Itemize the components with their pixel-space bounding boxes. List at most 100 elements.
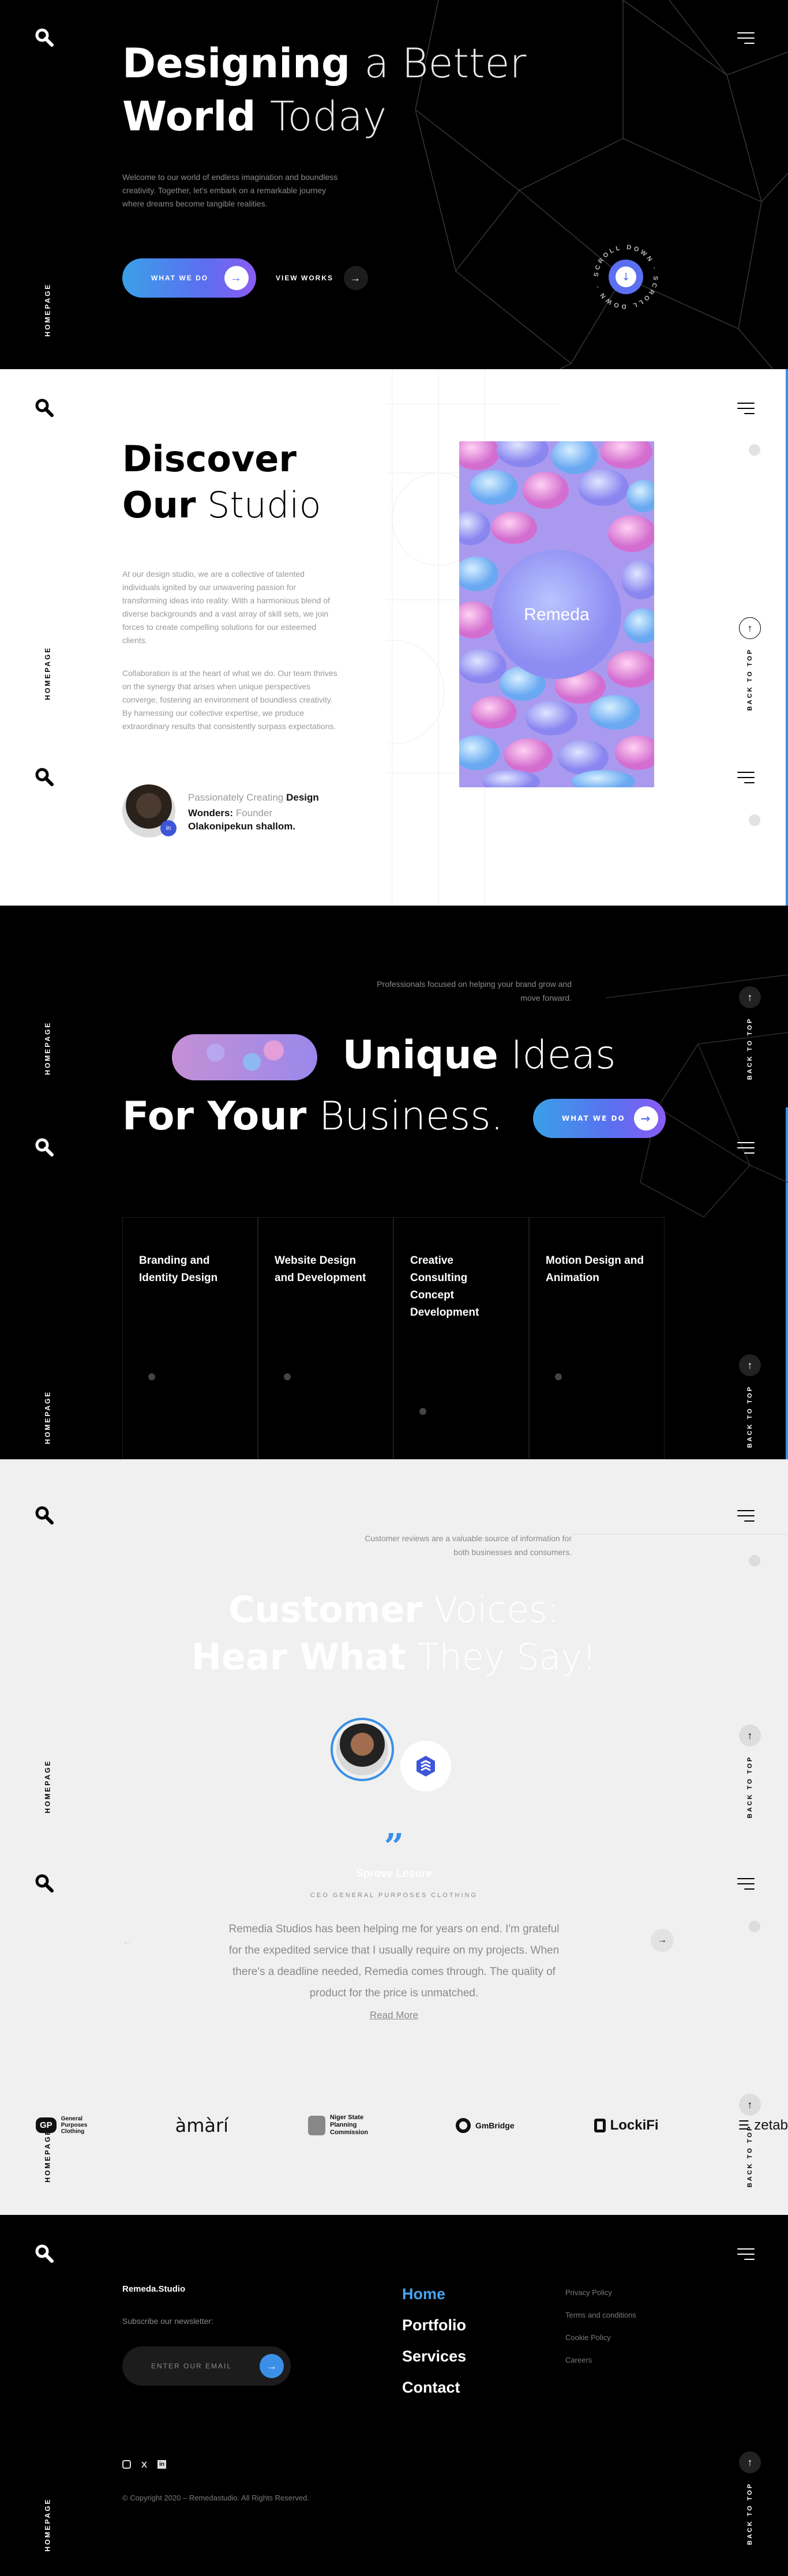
logo-icon[interactable] — [35, 398, 54, 418]
arrow-up-icon: ↑ — [739, 617, 761, 639]
pill-image — [172, 1034, 318, 1081]
menu-icon[interactable] — [737, 772, 755, 784]
scroll-down-badge[interactable]: SCROLL DOWN · SCROLL DOWN · ↓ — [591, 242, 661, 311]
services-note: Professionals focused on helping your br… — [377, 979, 572, 1002]
founder-avatar: in — [122, 784, 177, 838]
side-label: HOMEPAGE — [43, 1390, 52, 1444]
card-dot — [419, 1408, 426, 1415]
footer-section: ↑ BACK TO TOP HOMEPAGE — [0, 2215, 788, 2576]
email-input[interactable] — [151, 2362, 255, 2370]
reviews-note: Customer reviews are a valuable source o… — [365, 1534, 572, 1557]
scroll-indicator-dot — [749, 814, 760, 826]
prev-arrow-icon[interactable]: ← — [122, 1937, 132, 1947]
svg-text:↓: ↓ — [621, 271, 630, 283]
side-label: HOMEPAGE — [43, 646, 52, 700]
what-we-do-button[interactable]: WHAT WE DO → — [532, 1099, 666, 1139]
client-logo: ☰ zetab — [738, 2117, 788, 2133]
studio-title: Discover Our Studio — [122, 438, 321, 526]
arrow-right-icon: → — [344, 266, 368, 290]
scroll-indicator-dot — [749, 1921, 760, 1932]
reviewer-name: Sprove Lesure — [356, 1868, 432, 1880]
scroll-indicator-dot — [749, 1555, 760, 1567]
accent-bar — [786, 369, 788, 906]
logo-icon[interactable] — [35, 1505, 54, 1525]
what-we-do-button[interactable]: WHAT WE DO → — [122, 258, 256, 298]
back-to-top[interactable]: ↑ BACK TO TOP — [738, 617, 761, 711]
reviews-title: Customer Voices: Hear What They Say! — [191, 1589, 597, 1678]
menu-icon[interactable] — [737, 1510, 755, 1523]
studio-paragraph-2: Collaboration is at the heart of what we… — [122, 669, 337, 731]
social-links: X in — [122, 2460, 167, 2470]
divider-line — [571, 1534, 788, 1535]
terms-link[interactable]: Terms and conditions — [565, 2304, 636, 2326]
menu-icon[interactable] — [737, 32, 755, 45]
submit-arrow-button[interactable]: → — [260, 2354, 284, 2378]
back-to-top[interactable]: ↑ BACK TO TOP — [738, 1725, 761, 1818]
side-label: HOMEPAGE — [43, 2128, 52, 2183]
zetab-icon: ☰ — [738, 2117, 750, 2132]
menu-icon[interactable] — [737, 2248, 755, 2261]
reviewer-role: CEO GENERAL PURPOSES CLOTHING — [310, 1892, 478, 1899]
client-logo: àmàrí — [175, 2114, 229, 2136]
quote-mark-icon: ” — [384, 1827, 404, 1867]
gmbridge-icon — [455, 2117, 471, 2133]
reviewer-avatar[interactable] — [331, 1718, 394, 1781]
linkedin-icon[interactable]: in — [160, 820, 177, 836]
arrow-up-icon: ↑ — [739, 2094, 761, 2116]
legal-links: Privacy Policy Terms and conditions Cook… — [565, 2281, 636, 2371]
x-icon[interactable]: X — [141, 2460, 147, 2470]
view-works-link[interactable]: VIEW WORKS → — [276, 266, 368, 290]
seal-icon — [308, 2115, 325, 2135]
arrow-right-icon: → — [633, 1106, 658, 1131]
nav-services[interactable]: Services — [402, 2341, 466, 2372]
service-card[interactable]: Branding and Identity Design — [122, 1217, 258, 1459]
card-dot — [284, 1373, 291, 1380]
studio-paragraph-1: At our design studio, we are a collectiv… — [122, 569, 331, 645]
menu-icon[interactable] — [737, 403, 755, 415]
back-to-top[interactable]: ↑ BACK TO TOP — [738, 2451, 761, 2545]
logo-icon[interactable] — [35, 767, 54, 787]
arrow-right-icon: → — [224, 266, 249, 290]
arrow-up-icon: ↑ — [739, 1725, 761, 1747]
menu-icon[interactable] — [737, 1142, 755, 1155]
studio-section: ↑ BACK TO TOP HOMEPAGE — [0, 369, 788, 906]
product-brand-label: Remeda — [524, 605, 590, 624]
newsletter-form: → — [122, 2346, 291, 2386]
client-logos: GP General Purposes Clothing àmàrí Niger … — [36, 2114, 788, 2136]
service-card[interactable]: Website Design and Development — [258, 1217, 393, 1459]
logo-icon[interactable] — [35, 1137, 54, 1157]
instagram-icon[interactable] — [122, 2460, 131, 2469]
footer-nav: Home Portfolio Services Contact — [402, 2278, 466, 2403]
arrow-up-icon: ↑ — [739, 2451, 761, 2473]
client-logo: GP General Purposes Clothing — [36, 2116, 96, 2135]
side-label: HOMEPAGE — [43, 1759, 52, 1813]
services-title-line-2: For Your Business. WHAT WE DO → — [0, 1094, 788, 1139]
footer-brand: Remeda.Studio — [122, 2284, 186, 2294]
logo-icon[interactable] — [35, 28, 54, 47]
service-card[interactable]: Creative Consulting Concept Development — [393, 1217, 529, 1459]
side-label: HOMEPAGE — [43, 2498, 52, 2552]
founder-name: Olakonipekun shallom. — [188, 821, 296, 832]
careers-link[interactable]: Careers — [565, 2349, 636, 2371]
privacy-policy-link[interactable]: Privacy Policy — [565, 2281, 636, 2304]
nav-home[interactable]: Home — [402, 2278, 466, 2310]
review-text: Remedia Studios has been helping me for … — [228, 1923, 560, 1999]
linkedin-icon[interactable]: in — [157, 2460, 167, 2469]
scroll-indicator-dot — [749, 444, 760, 456]
card-dot — [555, 1373, 562, 1380]
hero-section: Designing a Better World Today Welcome t… — [0, 0, 788, 369]
service-card[interactable]: Motion Design and Animation — [529, 1217, 665, 1459]
lock-icon — [594, 2118, 606, 2132]
logo-icon[interactable] — [35, 2244, 54, 2263]
hero-title: Designing a Better World Today — [122, 40, 527, 140]
nav-contact[interactable]: Contact — [402, 2372, 466, 2403]
founder-card: in Passionately Creating Design Wonders: … — [122, 784, 319, 838]
cookie-policy-link[interactable]: Cookie Policy — [565, 2326, 636, 2349]
hero-description: Welcome to our world of endless imaginat… — [122, 172, 338, 208]
back-to-top[interactable]: ↑ BACK TO TOP — [738, 1354, 761, 1448]
read-more-link[interactable]: Read More — [365, 2010, 423, 2021]
next-button[interactable]: → — [651, 1929, 674, 1952]
nav-portfolio[interactable]: Portfolio — [402, 2310, 466, 2341]
service-cards: Branding and Identity Design Website Des… — [122, 1217, 665, 1459]
company-logo-icon[interactable] — [400, 1741, 451, 1792]
